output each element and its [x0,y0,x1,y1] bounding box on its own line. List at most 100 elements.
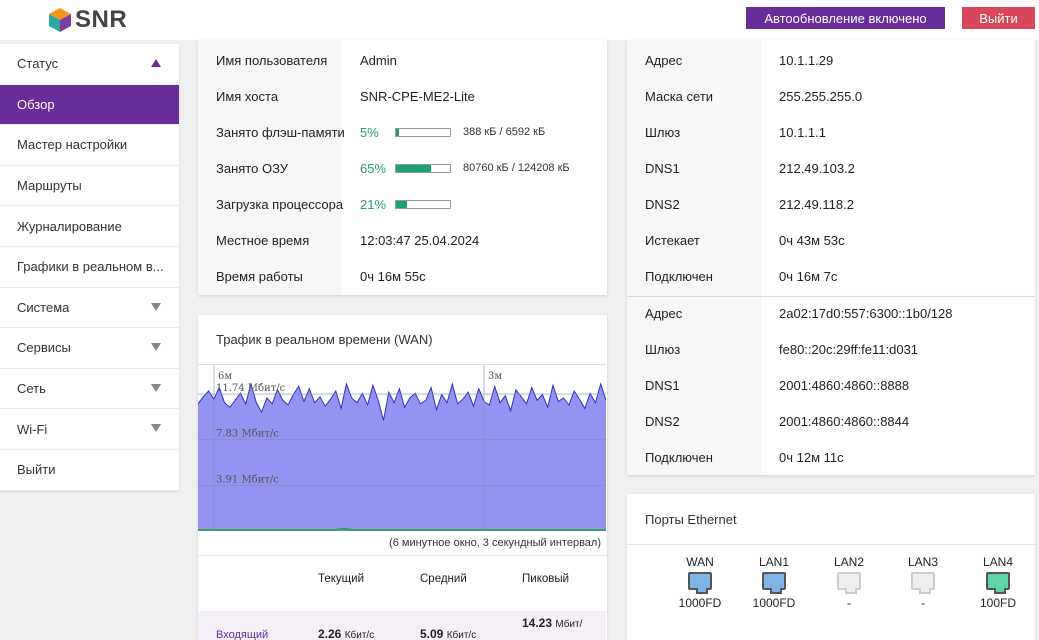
hostname-value: SNR-CPE-ME2-Lite [360,88,475,104]
port-wan[interactable]: WAN 1000FD [670,555,730,610]
incoming-average-unit: Кбит/с [446,630,477,640]
traffic-chart-svg: 11.74 Мбит/с 7.83 Мбит/с 3.91 Мбит/с 6м 3м [198,365,607,531]
ram-progress-fill [396,164,432,172]
sidebar-item-realtime-graphs[interactable]: Графики в реальном в... [0,247,179,288]
row-hostname: Имя хоста SNR-CPE-ME2-Lite [198,78,607,114]
cpu-progress-fill [396,200,408,208]
sidebar-item-wifi[interactable]: Wi-Fi [0,409,179,450]
sidebar-item-services[interactable]: Сервисы [0,328,179,369]
ipv6-dns2-value: 2001:4860:4860::8844 [779,413,910,429]
incoming-peak-value: 14.23 [522,616,553,630]
incoming-current: 2.26 Кбит/с [318,627,374,640]
row-local-time: Местное время 12:03:47 25.04.2024 [198,222,607,258]
flash-value: 5% 388 кБ / 6592 кБ [360,125,545,140]
row-flash: Занято флэш-памяти 5% 388 кБ / 6592 кБ [198,114,607,150]
flash-progress-bar [395,127,451,137]
time-label-1: 3м [488,371,502,382]
logo[interactable]: SNR [48,6,127,34]
series-area-0 [198,384,606,531]
ethernet-port-icon [911,572,935,594]
sidebar-item-overview[interactable]: Обзор [0,84,179,126]
hostname-label: Имя хоста [216,88,279,104]
ram-value: 65% 80760 кБ / 124208 кБ [360,161,570,176]
ram-progress-bar [395,163,451,173]
incoming-current-value: 2.26 [318,627,342,640]
sidebar-item-label: Сервисы [17,340,71,356]
flash-usage-text: 388 кБ / 6592 кБ [463,126,546,138]
system-info-card: Имя пользователя Admin Имя хоста SNR-CPE… [198,40,607,295]
ipv4-connected-value: 0ч 16м 7с [779,268,838,284]
traffic-card: Трафик в реальном времени (WAN) 11.74 Мб… [198,315,607,640]
row-ipv6-gateway: Шлюз fe80::20c:29ff:fe11:d031 [627,331,1035,367]
ipv6-connected-value: 0ч 12м 11с [779,449,844,465]
sidebar-item-label: Сеть [17,381,46,397]
sidebar-item-label: Статус [17,56,59,72]
cpu-percent: 21% [360,196,387,212]
sidebar-item-label: Выйти [17,462,56,478]
incoming-label: Входящий [216,629,269,640]
row-username: Имя пользователя Admin [198,42,607,78]
row-ipv4-mask: Маска сети 255.255.255.0 [627,78,1035,114]
y-tick-label-0: 11.74 Мбит/с [216,383,286,394]
incoming-row: Входящий 2.26 Кбит/с 5.09 Кбит/с 14.23 М… [198,611,606,640]
ipv6-connected-label: Подключен [645,449,713,465]
col-avg-header: Средний [420,573,467,585]
y-tick-label-1: 7.83 Мбит/с [216,429,279,440]
port-lan4[interactable]: LAN4 100FD [968,555,1028,610]
caret-down-icon [151,383,161,392]
time-label-0: 6м [218,371,232,382]
incoming-average-value: 5.09 [420,627,444,640]
ethernet-port-icon [688,572,712,594]
sidebar-item-logout[interactable]: Выйти [0,450,179,491]
ipv4-address-label: Адрес [645,52,683,68]
ipv4-address-value: 10.1.1.29 [779,52,834,68]
incoming-peak-unit: Мбит/ [555,619,583,630]
port-name: LAN4 [982,555,1014,569]
caret-up-icon [151,59,161,67]
cpu-label: Загрузка процессора [216,196,344,212]
brand-name: SNR [75,6,128,33]
sidebar-item-label: Wi-Fi [17,421,48,437]
snr-cube-icon [49,8,71,32]
caret-down-icon [151,343,161,352]
sidebar-item-wizard[interactable]: Мастер настройки [0,125,179,166]
ipv4-dns1-label: DNS1 [645,160,680,176]
row-ipv4-dns2: DNS2 212.49.118.2 [627,186,1035,222]
sidebar-item-status[interactable]: Статус [0,44,179,85]
port-lan1[interactable]: LAN1 1000FD [744,555,804,610]
incoming-current-unit: Кбит/с [344,630,375,640]
ipv4-gateway-value: 10.1.1.1 [779,124,826,140]
sidebar-item-network[interactable]: Сеть [0,369,179,410]
ipv6-address-label: Адрес [645,305,683,321]
ipv4-gateway-label: Шлюз [645,124,681,140]
port-name: LAN2 [833,555,865,569]
logout-button[interactable]: Выйти [962,7,1035,29]
ipv6-dns1-value: 2001:4860:4860::8888 [779,377,910,393]
ipv4-expires-label: Истекает [645,232,700,248]
ethernet-ports-card: Порты Ethernet WAN 1000FD LAN1 1000FD LA… [627,494,1035,640]
port-lan3[interactable]: LAN3 - [893,555,953,610]
incoming-average: 5.09 Кбит/с [420,627,476,640]
port-lan2[interactable]: LAN2 - [819,555,879,610]
username-label: Имя пользователя [216,52,328,68]
ipv4-card: Адрес 10.1.1.29 Маска сети 255.255.255.0… [627,40,1035,296]
ipv6-dns1-label: DNS1 [645,377,680,393]
incoming-peak: 14.23 Мбит/ [522,616,582,630]
ethernet-port-icon [837,572,861,594]
sidebar-item-routes[interactable]: Маршруты [0,166,179,207]
sidebar-item-label: Маршруты [17,178,82,194]
caret-down-icon [151,424,161,433]
username-value: Admin [360,52,397,68]
ipv4-expires-value: 0ч 43м 53с [779,232,845,248]
ipv4-mask-label: Маска сети [645,88,714,104]
sidebar-item-system[interactable]: Система [0,288,179,329]
sidebar-item-logging[interactable]: Журналирование [0,206,179,247]
port-speed: 1000FD [752,596,796,610]
auto-refresh-button[interactable]: Автообновление включено [746,7,945,29]
port-speed: 100FD [979,596,1017,610]
row-cpu: Загрузка процессора 21% [198,186,607,222]
row-ipv6-dns2: DNS2 2001:4860:4860::8844 [627,403,1035,439]
ipv4-connected-label: Подключен [645,268,713,284]
ipv6-gateway-value: fe80::20c:29ff:fe11:d031 [779,341,919,357]
divider [627,544,1035,545]
